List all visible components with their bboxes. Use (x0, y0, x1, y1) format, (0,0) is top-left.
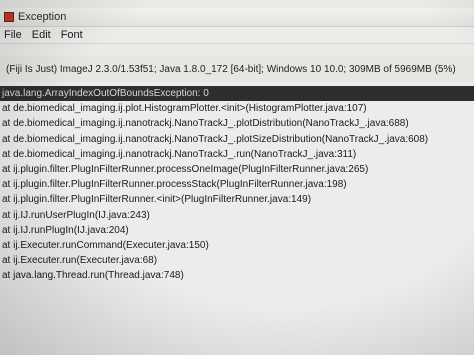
window-title: Exception (18, 11, 67, 23)
log-line[interactable]: at de.biomedical_imaging.ij.nanotrackj.N… (0, 147, 474, 162)
menu-edit[interactable]: Edit (28, 29, 57, 41)
log-line-exception[interactable]: java.lang.ArrayIndexOutOfBoundsException… (0, 86, 474, 102)
title-bar[interactable]: Exception (0, 8, 474, 27)
menu-font[interactable]: Font (57, 29, 89, 41)
version-info: (Fiji Is Just) ImageJ 2.3.0/1.53f51; Jav… (6, 63, 456, 75)
log-line[interactable]: at de.biomedical_imaging.ij.nanotrackj.N… (0, 116, 474, 131)
log-line[interactable]: at java.lang.Thread.run(Thread.java:748) (0, 268, 474, 283)
exception-log[interactable]: java.lang.ArrayIndexOutOfBoundsException… (0, 86, 474, 355)
log-line[interactable]: at ij.IJ.runPlugIn(IJ.java:204) (0, 223, 474, 238)
log-line[interactable]: at ij.plugin.filter.PlugInFilterRunner.<… (0, 192, 474, 207)
log-line[interactable]: at ij.plugin.filter.PlugInFilterRunner.p… (0, 162, 474, 177)
log-line[interactable]: at ij.Executer.run(Executer.java:68) (0, 253, 474, 268)
menu-bar: File Edit Font (0, 27, 474, 44)
log-line[interactable]: at ij.Executer.runCommand(Executer.java:… (0, 238, 474, 253)
log-line[interactable]: at ij.plugin.filter.PlugInFilterRunner.p… (0, 177, 474, 192)
version-info-bar: (Fiji Is Just) ImageJ 2.3.0/1.53f51; Jav… (0, 56, 474, 82)
app-icon (4, 12, 14, 22)
log-line[interactable]: at de.biomedical_imaging.ij.plot.Histogr… (0, 101, 474, 116)
log-line[interactable]: at ij.IJ.runUserPlugIn(IJ.java:243) (0, 208, 474, 223)
menu-file[interactable]: File (0, 29, 28, 41)
exception-window: Exception File Edit Font (Fiji Is Just) … (0, 0, 474, 355)
log-line[interactable]: at de.biomedical_imaging.ij.nanotrackj.N… (0, 132, 474, 147)
